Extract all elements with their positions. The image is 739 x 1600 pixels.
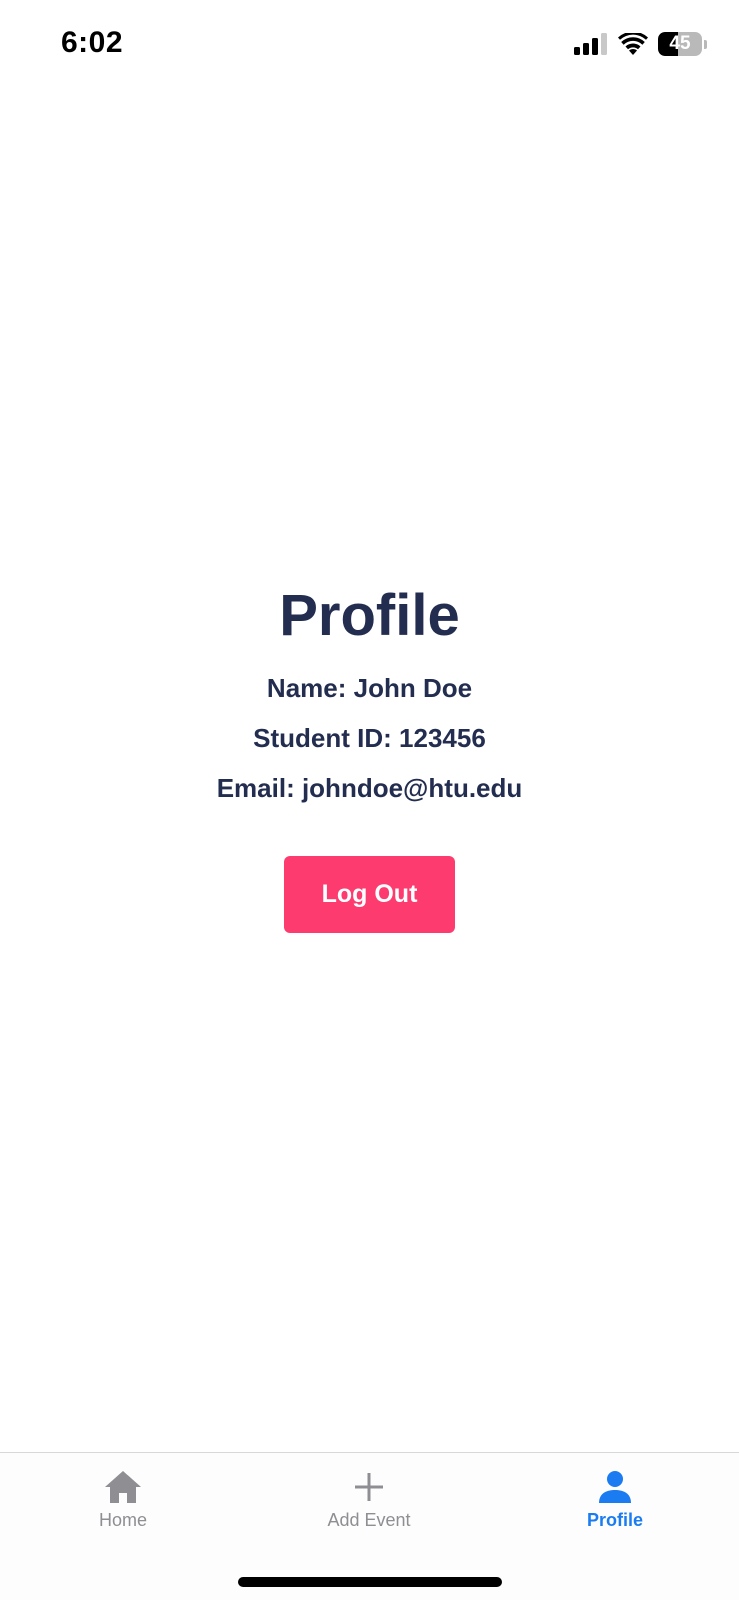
wifi-icon [618,33,648,55]
page-title: Profile [279,583,460,648]
status-icons: 45 [574,30,707,58]
battery-nub [704,39,707,49]
status-bar: 6:02 45 [0,0,739,90]
logout-button[interactable]: Log Out [284,856,455,933]
profile-screen: 6:02 45 Profile Name: John Doe Student I… [0,0,739,1600]
home-icon [103,1469,143,1505]
profile-email: Email: johndoe@htu.edu [216,773,523,803]
tab-home-label: Home [98,1510,147,1530]
tab-profile[interactable]: Profile [492,1453,738,1549]
profile-student-id: Student ID: 123456 [253,723,486,753]
cellular-signal-icon [574,33,607,55]
battery-icon: 45 [658,32,702,56]
status-time: 6:02 [61,26,124,59]
plus-icon [349,1469,389,1505]
tab-profile-label: Profile [586,1510,643,1530]
profile-content: Profile Name: John Doe Student ID: 12345… [0,580,739,933]
tab-add-event-label: Add Event [327,1510,411,1530]
person-icon [595,1469,635,1505]
tab-home[interactable]: Home [0,1453,246,1549]
home-indicator[interactable] [238,1577,502,1587]
profile-name: Name: John Doe [266,673,473,703]
tab-add-event[interactable]: Add Event [246,1453,492,1549]
battery-level: 45 [669,33,691,54]
